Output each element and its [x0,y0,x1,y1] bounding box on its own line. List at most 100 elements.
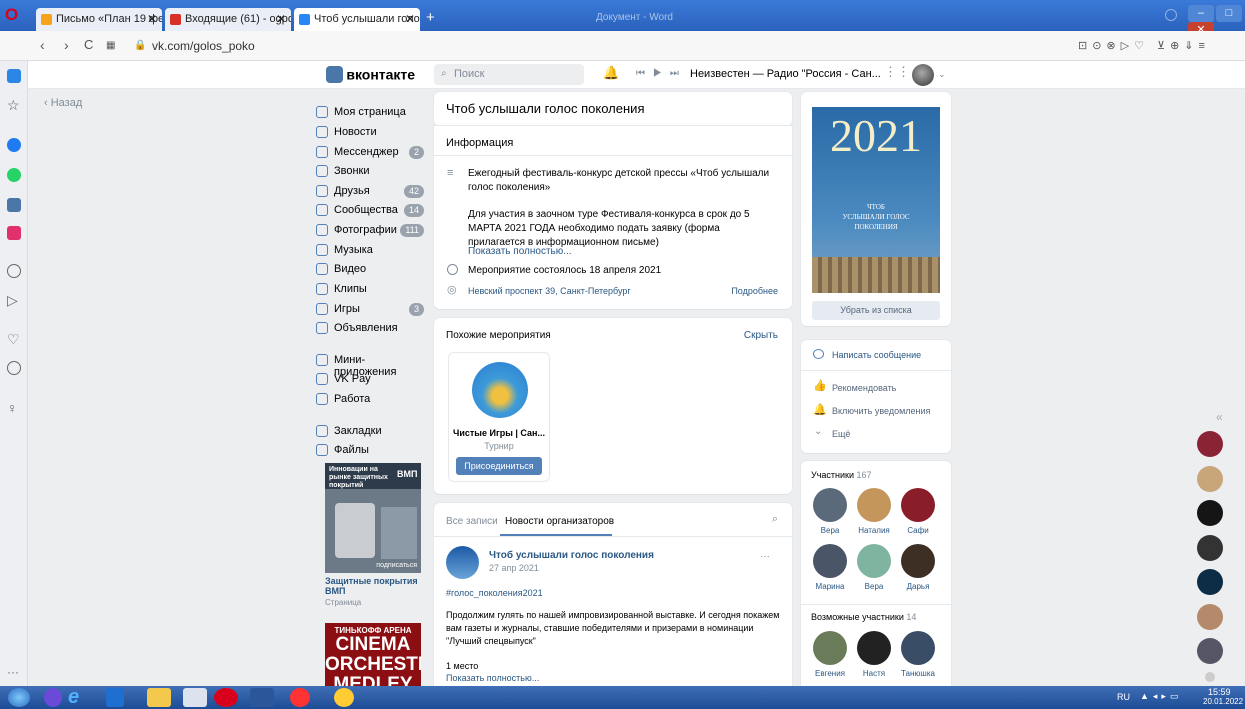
tray-icons[interactable]: ▲◂▸▭ [1140,691,1182,702]
outlook-icon[interactable] [106,688,124,707]
members-label[interactable]: Участники 167 [811,470,872,480]
menu-item-12[interactable]: Мини-приложения [312,352,424,378]
menu-item-9[interactable]: Клипы [312,281,424,299]
member-avatar[interactable] [857,544,891,578]
member-name[interactable]: Дарья [893,582,943,591]
url-field[interactable]: vk.com/golos_poko [152,39,255,53]
event-cover[interactable]: 2021 ЧТОБ УСЛЫШАЛИ ГОЛОС ПОКОЛЕНИЯ [812,107,940,293]
chat-avatar[interactable] [1197,431,1223,457]
chat-avatar[interactable] [1205,672,1215,682]
chat-avatar[interactable] [1197,638,1223,664]
back-arrow-icon[interactable]: ‹ [40,37,45,53]
apps-grid-icon[interactable]: ⋮⋮ [884,64,910,80]
ad-title[interactable]: Защитные покрытия ВМП [325,576,421,596]
send-icon[interactable]: ▷ [7,293,21,307]
post-show-more[interactable]: Показать полностью... [446,673,539,683]
minimize-button[interactable]: – [1188,5,1214,22]
possible-member-name[interactable]: Евгения [805,669,855,678]
remove-from-list-button[interactable]: Убрать из списка [812,301,940,320]
whatsapp-icon[interactable] [7,168,21,182]
possible-member-avatar[interactable] [857,631,891,665]
more-icon[interactable]: ··· [7,665,21,679]
menu-item-14[interactable]: Работа [312,391,424,409]
history-icon[interactable] [7,361,21,375]
hide-link[interactable]: Скрыть [744,330,778,341]
back-link[interactable]: ‹ Назад [44,97,82,109]
member-name[interactable]: Наталия [849,526,899,535]
clock-date[interactable]: 20.01.2022 [1203,697,1243,706]
member-name[interactable]: Вера [849,582,899,591]
chat-avatar[interactable] [1197,604,1223,630]
subscribe-link[interactable]: подписаться [376,562,417,569]
player-controls[interactable]: ⏮▶⏭ [636,68,687,79]
wall-search-icon[interactable]: ⌕ [772,513,778,526]
post-date[interactable]: 27 апр 2021 [489,563,539,573]
close-icon[interactable]: ✕ [405,8,415,31]
chat-avatar[interactable] [1197,500,1223,526]
taskbar-app-icon[interactable] [44,688,62,707]
member-avatar[interactable] [901,488,935,522]
menu-item-13[interactable]: VK Pay [312,371,424,389]
tab-vk[interactable]: Чтоб услышали голос пок✕ [294,8,420,31]
member-avatar[interactable] [813,544,847,578]
possible-label[interactable]: Возможные участники 14 [811,612,916,622]
explorer-icon[interactable] [147,688,171,707]
post-more-icon[interactable]: ··· [760,551,770,562]
workspace-icon[interactable] [7,69,21,83]
show-more-link[interactable]: Показать полностью... [468,246,572,257]
chevron-down-icon[interactable]: ⌄ [938,69,946,80]
avatar[interactable] [912,64,934,86]
post-hashtag[interactable]: #голос_поколения2021 [446,588,543,598]
menu-item-7[interactable]: Музыка [312,242,424,260]
member-name[interactable]: Марина [805,582,855,591]
tab-all-posts[interactable]: Все записи [446,516,498,527]
menu-item-3[interactable]: Звонки [312,163,424,181]
player-track[interactable]: Неизвестен — Радио "Россия - Сан... [690,68,881,80]
search-input[interactable]: ⌕ Поиск [434,64,584,85]
menu-item-16[interactable]: Файлы [312,442,424,460]
menu-item-5[interactable]: Сообщества 14 [312,202,424,220]
star-icon[interactable]: ☆ [7,98,21,112]
details-link[interactable]: Подробнее [731,286,778,296]
start-button[interactable] [8,688,30,707]
member-avatar[interactable] [901,544,935,578]
post-author-avatar[interactable] [446,546,479,579]
possible-member-name[interactable]: Настя [849,669,899,678]
ad-cinema[interactable]: ТИНЬКОФФ АРЕНА CINEMA ORCHESTRA MEDLEY [325,623,421,686]
tab-organizers-news[interactable]: Новости организаторов [505,516,614,527]
join-button[interactable]: Присоединиться [456,457,542,475]
member-avatar[interactable] [813,488,847,522]
chat-avatar[interactable] [1197,535,1223,561]
bell-icon[interactable]: 🔔 [603,65,619,81]
more-link[interactable]: Ещё [832,429,850,439]
vk-sidebar-icon[interactable] [7,198,21,212]
pin-icon[interactable]: ♀ [7,401,21,415]
instagram-icon[interactable] [7,226,21,240]
menu-item-0[interactable]: Моя страница [312,104,424,122]
opera-taskbar-icon[interactable] [183,688,207,707]
possible-member-avatar[interactable] [813,631,847,665]
yandex-icon[interactable] [290,688,310,707]
vk-logo[interactable]: вконтакте [326,66,415,84]
address-link[interactable]: Невский проспект 39, Санкт-Петербург [468,286,631,296]
window-search-icon[interactable] [1165,9,1177,21]
opera-red-icon[interactable] [214,688,238,707]
menu-item-11[interactable]: Объявления [312,320,424,338]
ad-vmp[interactable]: Инновации на рынке защитных покрытий ВМП… [325,463,421,573]
menu-item-6[interactable]: Фотографии 111 [312,222,424,240]
menu-item-2[interactable]: Мессенджер 2 [312,144,424,162]
chat-avatar[interactable] [1197,466,1223,492]
reload-icon[interactable]: C [84,37,93,52]
notify-link[interactable]: Включить уведомления [832,406,930,416]
opera-logo-icon[interactable]: O [5,6,21,24]
messenger-icon[interactable] [7,138,21,152]
language-indicator[interactable]: RU [1117,692,1130,702]
menu-item-1[interactable]: Новости [312,124,424,142]
member-name[interactable]: Сафи [893,526,943,535]
forward-arrow-icon[interactable]: › [64,37,69,53]
close-icon[interactable]: ✕ [147,8,157,31]
tab-gmail[interactable]: Входящие (61) - ogpdsl@✕ [165,8,291,31]
maximize-button[interactable]: □ [1216,5,1242,22]
menu-item-8[interactable]: Видео [312,261,424,279]
possible-member-avatar[interactable] [901,631,935,665]
